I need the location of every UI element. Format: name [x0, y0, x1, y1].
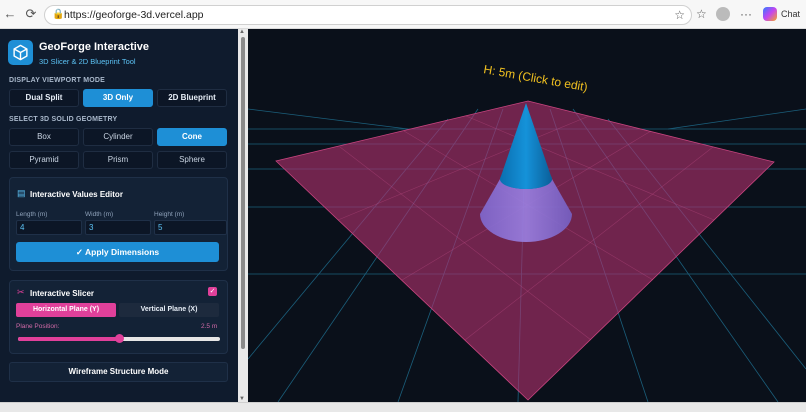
app-title: GeoForge Interactive: [39, 41, 150, 53]
3d-viewport[interactable]: H: 5m (Click to edit): [248, 29, 806, 402]
url-text: https://geoforge-3d.vercel.app: [64, 9, 204, 21]
sidebar-scrollbar[interactable]: ▲ ▼: [238, 29, 248, 402]
refresh-icon[interactable]: ⟳: [23, 6, 39, 22]
scroll-up-icon[interactable]: ▲: [239, 29, 245, 35]
back-icon[interactable]: ←: [2, 6, 18, 22]
profile-avatar[interactable]: [716, 7, 730, 21]
geometry-box-button[interactable]: Box: [9, 128, 79, 146]
slicer-title: Interactive Slicer: [30, 289, 95, 298]
geometry-label: SELECT 3D SOLID GEOMETRY: [9, 116, 118, 123]
slider-fill: [18, 337, 119, 341]
values-editor-title: Interactive Values Editor: [30, 190, 123, 199]
wireframe-mode-button[interactable]: Wireframe Structure Mode: [9, 362, 228, 382]
width-input[interactable]: 3: [85, 220, 151, 235]
geometry-cylinder-button[interactable]: Cylinder: [83, 128, 153, 146]
cube-logo-icon: [8, 40, 33, 65]
scene-canvas[interactable]: H: 5m (Click to edit): [248, 29, 806, 402]
scissors-icon: ✂: [17, 287, 25, 297]
plane-position-label: Plane Position:: [16, 323, 60, 330]
width-label: Width (m): [85, 211, 114, 218]
slicer-enabled-checkbox[interactable]: ✓: [208, 287, 217, 296]
site-info-icon[interactable]: 🔒: [52, 9, 64, 21]
scrollbar-thumb[interactable]: [241, 37, 245, 349]
favorite-star-icon[interactable]: ☆: [674, 8, 685, 22]
geometry-cone-button[interactable]: Cone: [157, 128, 227, 146]
more-menu-icon[interactable]: ···: [740, 7, 752, 21]
geometry-pyramid-button[interactable]: Pyramid: [9, 151, 79, 169]
slider-knob[interactable]: [115, 334, 124, 343]
browser-toolbar: ← ⟳ 🔒 https://geoforge-3d.vercel.app ☆ ☆…: [0, 0, 806, 29]
geometry-prism-button[interactable]: Prism: [83, 151, 153, 169]
app-subtitle: 3D Slicer & 2D Blueprint Tool: [39, 57, 136, 66]
horizontal-plane-button[interactable]: Horizontal Plane (Y): [16, 303, 116, 317]
mode-2d-blueprint-button[interactable]: 2D Blueprint: [157, 89, 227, 107]
favorites-icon[interactable]: ☆: [696, 7, 707, 21]
control-sidebar: GeoForge Interactive 3D Slicer & 2D Blue…: [0, 29, 238, 402]
vertical-plane-button[interactable]: Vertical Plane (X): [119, 303, 219, 317]
length-label: Length (m): [16, 211, 48, 218]
chat-label[interactable]: Chat: [781, 9, 800, 19]
height-input[interactable]: 5: [154, 220, 227, 235]
length-input[interactable]: 4: [16, 220, 82, 235]
plane-position-slider[interactable]: [18, 334, 220, 343]
height-label: Height (m): [154, 211, 185, 218]
mode-dual-split-button[interactable]: Dual Split: [9, 89, 79, 107]
check-icon: ✓: [75, 247, 85, 257]
apply-dimensions-button[interactable]: ✓ Apply Dimensions: [16, 242, 219, 262]
viewport-mode-label: DISPLAY VIEWPORT MODE: [9, 77, 105, 84]
height-annotation[interactable]: H: 5m (Click to edit): [482, 62, 588, 94]
address-bar[interactable]: 🔒 https://geoforge-3d.vercel.app ☆: [44, 5, 692, 25]
plane-position-value: 2.5 m: [201, 323, 218, 330]
apply-label: Apply Dimensions: [85, 247, 160, 257]
geometry-sphere-button[interactable]: Sphere: [157, 151, 227, 169]
calculator-icon: ▤: [17, 188, 26, 198]
copilot-icon[interactable]: [763, 7, 777, 21]
mode-3d-only-button[interactable]: 3D Only: [83, 89, 153, 107]
os-taskbar: [0, 402, 806, 412]
